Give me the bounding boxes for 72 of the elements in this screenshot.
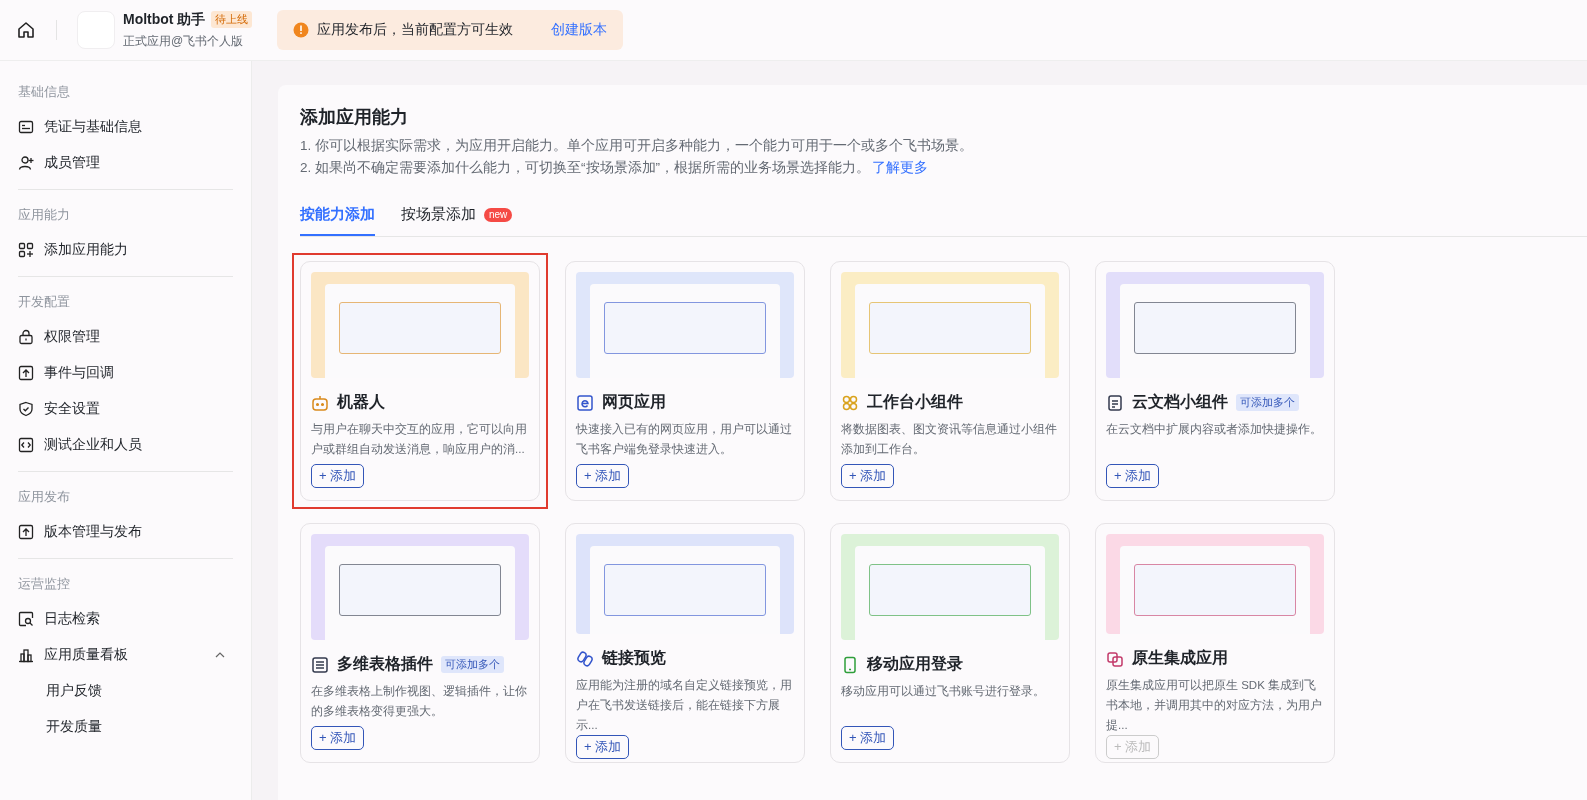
mobile-icon bbox=[841, 655, 859, 674]
card-title: 多维表格插件 bbox=[337, 654, 433, 674]
sidebar-item[interactable]: 版本管理与发布 bbox=[18, 514, 233, 550]
note-text: 2. 如果尚不确定需要添加什么能力，可切换至“按场景添加”，根据所需的业务场景选择能力。 bbox=[300, 160, 870, 175]
doc-icon bbox=[1106, 393, 1124, 412]
multi-badge: 可添加多个 bbox=[1236, 394, 1299, 411]
tab[interactable]: 按能力添加 bbox=[300, 195, 375, 236]
lock-icon bbox=[18, 329, 34, 345]
add-button[interactable]: + 添加 bbox=[576, 464, 630, 488]
multi-badge: 可添加多个 bbox=[441, 656, 504, 673]
card-title: 移动应用登录 bbox=[867, 654, 963, 674]
tab[interactable]: 按场景添加 new bbox=[401, 195, 513, 236]
card-title: 机器人 bbox=[337, 392, 385, 412]
chart-icon bbox=[18, 647, 34, 663]
shield-icon bbox=[18, 401, 34, 417]
card-title: 工作台小组件 bbox=[867, 392, 963, 412]
card-description: 与用户在聊天中交互的应用，它可以向用户或群组自动发送消息，响应用户的消... bbox=[311, 422, 528, 457]
sidebar-section-title: 应用发布 bbox=[18, 488, 71, 506]
sidebar-item[interactable]: 事件与回调 bbox=[18, 355, 233, 391]
add-button[interactable]: + 添加 bbox=[1106, 464, 1160, 488]
card-description: 在多维表格上制作视图、逻辑插件，让你的多维表格变得更强大。 bbox=[311, 684, 528, 719]
add-button[interactable]: + 添加 bbox=[311, 726, 365, 750]
card-description: 移动应用可以通过飞书账号进行登录。 bbox=[841, 684, 1046, 699]
upload-icon bbox=[18, 524, 34, 540]
sidebar-subitem[interactable]: 开发质量 bbox=[18, 709, 233, 745]
sidebar-section-title: 开发配置 bbox=[18, 293, 71, 311]
sidebar-item[interactable]: 成员管理 bbox=[18, 145, 233, 181]
sidebar-item[interactable]: 凭证与基础信息 bbox=[18, 109, 233, 145]
notice-text: 应用发布后，当前配置方可生效 bbox=[317, 21, 513, 39]
add-button[interactable]: + 添加 bbox=[841, 464, 895, 488]
sidebar-item[interactable]: 测试企业和人员 bbox=[18, 427, 233, 463]
link-icon bbox=[576, 649, 594, 668]
add-button[interactable]: + 添加 bbox=[311, 464, 365, 488]
card-description: 应用能为注册的域名自定义链接预览，用户在飞书发送链接后，能在链接下方展示... bbox=[576, 678, 793, 733]
add-button[interactable]: + 添加 bbox=[841, 726, 895, 750]
table-icon bbox=[311, 655, 329, 674]
bot-icon bbox=[311, 393, 329, 412]
note-text: 1. 你可以根据实际需求，为应用开启能力。单个应用可开启多种能力，一个能力可用于一个或多个飞书场景。 bbox=[300, 137, 974, 155]
sidebar-item[interactable]: 日志检索 bbox=[18, 601, 233, 637]
log-icon bbox=[18, 611, 34, 627]
sidebar-item[interactable]: 安全设置 bbox=[18, 391, 233, 427]
web-icon bbox=[576, 393, 594, 412]
home-icon[interactable] bbox=[16, 20, 36, 40]
sidebar-section-title: 应用能力 bbox=[18, 206, 71, 224]
code-icon bbox=[18, 437, 34, 453]
create-version-link[interactable]: 创建版本 bbox=[551, 21, 607, 39]
card-icon bbox=[18, 119, 34, 135]
card-title: 云文档小组件 bbox=[1132, 392, 1228, 412]
card-title: 链接预览 bbox=[602, 648, 666, 668]
warning-icon bbox=[293, 22, 309, 38]
app-name: Moltbot 助手 bbox=[123, 10, 206, 29]
chevron-icon[interactable] bbox=[215, 652, 225, 658]
learn-more-link[interactable]: 了解更多 bbox=[872, 160, 928, 175]
app-subtitle: 正式应用@飞书个人版 bbox=[123, 32, 245, 50]
card-description: 将数据图表、图文资讯等信息通过小组件添加到工作台。 bbox=[841, 422, 1058, 457]
card-description: 原生集成应用可以把原生 SDK 集成到飞书本地，并调用其中的对应方法，为用户提... bbox=[1106, 678, 1323, 733]
card-title: 网页应用 bbox=[602, 392, 666, 412]
sidebar-item[interactable]: 权限管理 bbox=[18, 319, 233, 355]
card-title: 原生集成应用 bbox=[1132, 648, 1228, 668]
add-button[interactable]: + 添加 bbox=[576, 735, 630, 759]
new-badge: new bbox=[484, 207, 513, 222]
panel-title: 添加应用能力 bbox=[300, 106, 409, 129]
sidebar-item[interactable]: 应用质量看板 bbox=[18, 637, 233, 673]
card-description: 在云文档中扩展内容或者添加快捷操作。 bbox=[1106, 422, 1323, 437]
status-badge: 待上线 bbox=[211, 11, 253, 28]
card-description: 快速接入已有的网页应用，用户可以通过飞书客户端免登录快速进入。 bbox=[576, 422, 793, 457]
sidebar-section-title: 运营监控 bbox=[18, 575, 71, 593]
sidebar-item[interactable]: 添加应用能力 bbox=[18, 232, 233, 268]
person-icon bbox=[18, 155, 34, 171]
sidebar-subitem[interactable]: 用户反馈 bbox=[18, 673, 233, 709]
grid-icon bbox=[18, 242, 34, 258]
sidebar-section-title: 基础信息 bbox=[18, 83, 71, 101]
